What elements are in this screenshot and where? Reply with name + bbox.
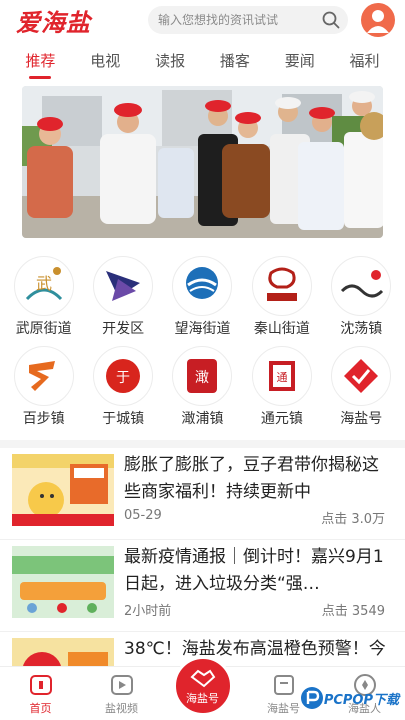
nav-home[interactable]: 首页 [6, 672, 76, 716]
baibu-logo-icon [13, 346, 74, 406]
tab-welfare[interactable]: 福利 [344, 46, 386, 75]
user-avatar-icon[interactable] [361, 3, 395, 37]
home-icon [28, 672, 54, 698]
grid-item-wuyuan[interactable]: 武 武原街道 [5, 256, 83, 338]
search-input[interactable] [158, 13, 320, 27]
grid-label: 于城镇 [102, 411, 145, 427]
news-thumbnail [12, 454, 114, 526]
news-item[interactable]: 最新疫情通报｜倒计时！嘉兴9月1日起，进入垃圾分类“强… 2小时前 点击 354… [0, 540, 405, 632]
grid-item-baibu[interactable]: 百步镇 [5, 346, 83, 428]
center-button[interactable]: 海盐号 [172, 656, 233, 716]
nav-center-label: 海盐号 [186, 691, 219, 705]
nav-haiyanhao-label: 海盐号 [267, 702, 300, 715]
ganpu-logo-icon: 澉 [172, 346, 233, 406]
grid-label: 秦山街道 [253, 321, 310, 337]
tab-recommend[interactable]: 推荐 [19, 46, 61, 79]
grid-item-qinshan[interactable]: 秦山街道 [243, 256, 321, 338]
town-grid: 武 武原街道 开发区 望海街道 秦山街道 沈荡镇 百步镇 于 于城镇 澉 澉浦镇… [0, 256, 405, 428]
grid-item-ganpu[interactable]: 澉 澉浦镇 [163, 346, 241, 428]
news-title: 最新疫情通报｜倒计时！嘉兴9月1日起，进入垃圾分类“强… [124, 547, 384, 594]
wanghai-logo-icon [172, 256, 233, 316]
section-divider [0, 440, 405, 448]
watermark-text: PCPOP下载 [323, 692, 399, 708]
header: 爱海盐 [0, 0, 405, 40]
grid-item-tongyuan[interactable]: 通 通元镇 [243, 346, 321, 428]
nav-video-label: 盐视频 [105, 702, 138, 715]
grid-item-kaifaqu[interactable]: 开发区 [84, 256, 162, 338]
nav-home-label: 首页 [29, 702, 52, 715]
svg-text:澉: 澉 [195, 370, 209, 386]
grid-label: 武原街道 [15, 321, 72, 337]
nav-center[interactable]: 海盐号 [168, 656, 238, 716]
pcpop-logo-icon [300, 687, 323, 709]
banner-photo[interactable] [22, 86, 383, 238]
qinshan-logo-icon [251, 256, 312, 316]
svg-text:于: 于 [116, 370, 130, 386]
grid-label: 海盐号 [340, 411, 383, 427]
news-thumbnail [12, 546, 114, 618]
grid-row: 武 武原街道 开发区 望海街道 秦山街道 沈荡镇 [0, 256, 405, 338]
tab-newspaper[interactable]: 读报 [149, 46, 191, 75]
watermark: PCPOP下载 [300, 686, 399, 710]
tab-headlines[interactable]: 要闻 [279, 46, 321, 75]
shendang-logo-icon [331, 256, 392, 316]
grid-item-haiyanhao[interactable]: 海盐号 [322, 346, 400, 428]
news-title: 膨胀了膨胀了，豆子君带你揭秘这些商家福利！持续更新中 [124, 455, 379, 502]
news-views: 点击 3.0万 [321, 512, 385, 527]
grid-label: 开发区 [102, 321, 145, 337]
kaifaqu-logo-icon [93, 256, 154, 316]
tab-tv[interactable]: 电视 [84, 46, 126, 75]
wuyuan-logo-icon: 武 [13, 256, 74, 316]
grid-label: 沈荡镇 [340, 321, 383, 337]
tab-podcast[interactable]: 播客 [214, 46, 256, 75]
news-item[interactable]: 膨胀了膨胀了，豆子君带你揭秘这些商家福利！持续更新中 05-29 点击 3.0万 [0, 448, 405, 540]
yucheng-logo-icon: 于 [93, 346, 154, 406]
grid-item-shendang[interactable]: 沈荡镇 [322, 256, 400, 338]
app-logo: 爱海盐 [16, 7, 91, 37]
news-time: 05-29 [124, 508, 162, 523]
search-bar[interactable] [148, 6, 348, 34]
grid-row: 百步镇 于 于城镇 澉 澉浦镇 通 通元镇 海盐号 [0, 346, 405, 428]
grid-label: 通元镇 [260, 411, 303, 427]
haiyanhao-logo-icon [331, 346, 392, 406]
grid-item-wanghai[interactable]: 望海街道 [163, 256, 241, 338]
grid-label: 百步镇 [22, 411, 65, 427]
grid-label: 澉浦镇 [181, 411, 224, 427]
article-icon [271, 672, 297, 698]
search-icon[interactable] [320, 9, 342, 31]
svg-text:武: 武 [36, 274, 52, 293]
channel-tabs: 推荐 电视 读报 播客 要闻 福利 [0, 44, 405, 79]
tongyuan-logo-icon: 通 [251, 346, 312, 406]
news-views: 点击 3549 [321, 604, 385, 619]
video-icon [109, 672, 135, 698]
news-time: 2小时前 [124, 604, 172, 619]
nav-video[interactable]: 盐视频 [87, 672, 157, 716]
svg-text:通: 通 [276, 371, 287, 384]
handshake-icon [189, 669, 215, 687]
grid-label: 望海街道 [174, 321, 231, 337]
grid-item-yucheng[interactable]: 于 于城镇 [84, 346, 162, 428]
